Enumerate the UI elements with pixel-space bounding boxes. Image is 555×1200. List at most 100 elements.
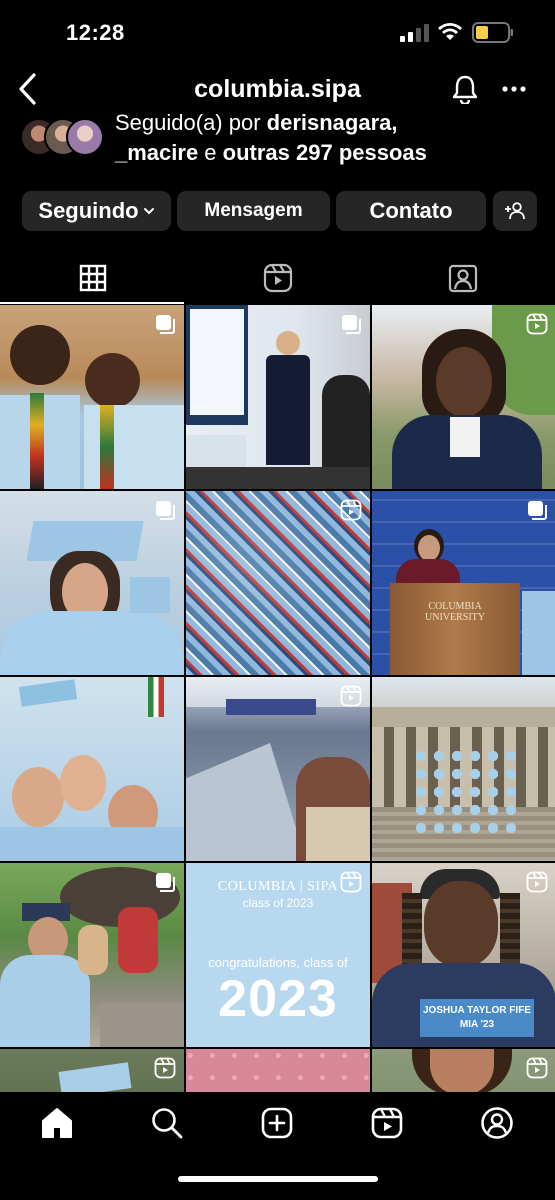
- carousel-icon: [342, 315, 361, 334]
- person-head: [85, 353, 140, 408]
- followed-by-middle: e: [198, 140, 223, 165]
- post-thumbnail[interactable]: [372, 305, 555, 489]
- message-label: Mensagem: [204, 200, 303, 221]
- carousel-icon: [528, 501, 547, 520]
- graduation-gown: [0, 827, 184, 861]
- post-thumbnail[interactable]: [186, 1049, 370, 1092]
- post-thumbnail[interactable]: [372, 677, 555, 861]
- name-caption: JOSHUA TAYLOR FIFE MIA '23: [420, 999, 534, 1037]
- message-button[interactable]: Mensagem: [177, 191, 330, 231]
- child: [118, 907, 158, 973]
- post-thumbnail[interactable]: [186, 491, 370, 675]
- post-thumbnail[interactable]: [0, 677, 184, 861]
- speaker-face: [418, 535, 440, 561]
- graduate-degree: MIA '23: [459, 1019, 495, 1030]
- person-locs: [402, 893, 422, 973]
- reels-badge-icon: [526, 871, 548, 893]
- mutual-user-2[interactable]: _macire: [115, 140, 198, 165]
- post-thumbnail[interactable]: [0, 491, 184, 675]
- post-thumbnail[interactable]: [186, 305, 370, 489]
- notification-bell-icon[interactable]: [451, 74, 479, 104]
- tab-tagged[interactable]: [370, 252, 555, 304]
- audience-member: [522, 591, 555, 675]
- followed-by-prefix: Seguido(a) por: [115, 114, 267, 135]
- followed-by-line2: _macire e outras 297 pessoas: [115, 140, 427, 166]
- graduation-gown: [84, 405, 184, 489]
- add-person-icon: [505, 202, 525, 220]
- post-headline: congratulations, class of: [208, 955, 348, 970]
- post-thumbnail[interactable]: [0, 305, 184, 489]
- post-thumbnail[interactable]: COLUMBIA UNIVERSITY: [372, 491, 555, 675]
- post-thumbnail[interactable]: [186, 677, 370, 861]
- post-thumbnail[interactable]: [0, 1049, 184, 1092]
- graduation-cap: [18, 679, 78, 707]
- library-entablature: [372, 707, 555, 727]
- tab-posts-grid[interactable]: [0, 252, 185, 304]
- grid-icon: [79, 264, 106, 292]
- reels-badge-icon: [526, 313, 548, 335]
- posts-grid: COLUMBIA UNIVERSITY COLUMBIA | SIPA clas…: [0, 305, 555, 1092]
- active-tab-indicator: [0, 302, 184, 304]
- more-options-icon[interactable]: [502, 85, 526, 93]
- graduation-gown: [0, 611, 184, 675]
- chairs: [306, 807, 370, 861]
- reels-badge-icon: [526, 1057, 548, 1079]
- post-thumbnail[interactable]: COLUMBIA | SIPA class of 2023 congratula…: [186, 863, 370, 1047]
- kente-stole: [30, 393, 44, 489]
- graduates-group: [412, 747, 522, 837]
- post-thumbnail[interactable]: [372, 1049, 555, 1092]
- post-thumbnail[interactable]: [0, 863, 184, 1047]
- followed-by-line1: Seguido(a) por derisnagara,: [115, 114, 398, 136]
- projector-screen: [190, 309, 244, 415]
- audience-member: [322, 375, 370, 475]
- profile-icon[interactable]: [480, 1106, 514, 1140]
- bottom-navigation: [0, 1092, 555, 1200]
- stage: [226, 699, 316, 715]
- battery-icon: [472, 22, 513, 43]
- carousel-icon: [156, 501, 175, 520]
- reels-icon: [263, 263, 292, 293]
- status-time: 12:28: [66, 20, 125, 45]
- mutual-others[interactable]: outras 297 pessoas: [223, 140, 427, 165]
- carousel-icon: [156, 873, 175, 892]
- wifi-icon: [438, 23, 462, 40]
- following-button[interactable]: Seguindo: [22, 191, 171, 231]
- mexican-flag: [148, 677, 164, 717]
- create-post-icon[interactable]: [260, 1106, 294, 1140]
- post-subtitle: class of 2023: [242, 896, 314, 910]
- contact-button[interactable]: Contato: [336, 191, 486, 231]
- profile-tabs: [0, 252, 555, 304]
- following-label: Seguindo: [38, 198, 139, 223]
- search-icon[interactable]: [150, 1106, 184, 1140]
- followed-by-section[interactable]: Seguido(a) por derisnagara, _macire e ou…: [0, 114, 555, 170]
- home-indicator[interactable]: [178, 1176, 378, 1182]
- profile-header: columbia.sipa: [0, 66, 555, 116]
- floor: [186, 467, 370, 489]
- home-icon[interactable]: [40, 1106, 74, 1140]
- podium: [390, 583, 520, 675]
- tab-reels[interactable]: [185, 252, 370, 304]
- podium-line1: COLUMBIA: [428, 601, 482, 612]
- person-face: [430, 1049, 494, 1092]
- person-face: [436, 347, 492, 417]
- speaker-suit: [266, 355, 310, 465]
- reels-badge-icon: [154, 1057, 176, 1079]
- suggested-people-button[interactable]: [493, 191, 537, 231]
- person-locs: [500, 893, 520, 973]
- mutual-followers-avatars: [20, 118, 106, 160]
- tagged-person-icon: [448, 264, 477, 293]
- carousel-icon: [156, 315, 175, 334]
- graduation-gown: [0, 955, 90, 1047]
- podium-line2: UNIVERSITY: [425, 612, 485, 623]
- graduation-cap-closeup: [186, 743, 306, 861]
- kente-stole: [100, 405, 114, 489]
- person-face: [12, 767, 64, 827]
- graduate-name: JOSHUA TAYLOR FIFE: [423, 1005, 531, 1016]
- speaker-head: [276, 331, 300, 355]
- post-thumbnail[interactable]: JOSHUA TAYLOR FIFE MIA '23: [372, 863, 555, 1047]
- person-face: [60, 755, 106, 811]
- reels-icon[interactable]: [370, 1106, 404, 1140]
- post-year: 2023: [218, 970, 338, 1028]
- mutual-user-1[interactable]: derisnagara,: [267, 114, 398, 135]
- chevron-down-icon: [143, 208, 154, 215]
